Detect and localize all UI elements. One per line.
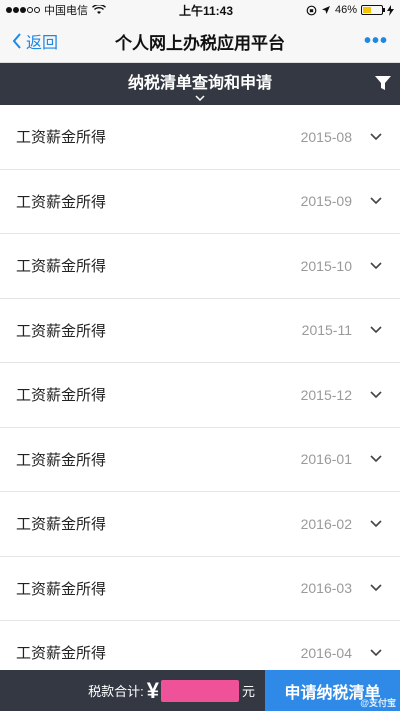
charging-bolt-icon [387,4,394,16]
filter-icon[interactable] [374,74,392,92]
watermark: @支付宝 [360,698,396,708]
chevron-down-icon [370,262,382,269]
location-arrow-icon [321,6,330,14]
section-title: 纳税清单查询和申请 [127,75,272,92]
nav-bar: 返回 个人网上办税应用平台 ••• [0,20,400,63]
apply-tax-list-button[interactable]: 申请纳税清单 @支付宝 [265,670,400,711]
battery-percent: 46% [334,4,357,16]
item-right: 2015-08 [301,129,382,145]
item-label: 工资薪金所得 [16,580,107,598]
wifi-icon [92,5,106,14]
item-date: 2016-03 [300,580,352,597]
item-label: 工资薪金所得 [16,387,107,405]
item-label: 工资薪金所得 [16,516,107,534]
item-date: 2016-02 [300,515,352,532]
chevron-down-icon [370,649,382,656]
item-date: 2015-12 [300,386,352,403]
currency-unit: 元 [241,684,255,699]
battery-icon [361,5,385,15]
list-item[interactable]: 工资薪金所得 2015-10 [0,234,400,299]
carrier-name: 中国电信 [44,5,88,17]
list-item[interactable]: 工资薪金所得 2016-01 [0,427,400,492]
status-left: 中国电信 [6,2,106,18]
more-options-icon[interactable]: ••• [364,30,388,53]
income-list: 工资薪金所得 2015-08 工资薪金所得 2015-09 工资薪金所得 2015-10 工… [0,105,400,686]
item-date: 2016-04 [300,644,352,661]
chevron-down-icon [370,584,382,592]
item-date: 2016-01 [300,451,352,468]
section-header[interactable]: 纳税清单查询和申请 [0,63,400,105]
status-right: 46% [306,4,394,16]
chevron-down-icon [370,326,382,334]
chevron-down-icon [370,520,382,527]
item-right: 2015-09 [301,193,382,209]
tax-total-area: 税款合计: ¥ 元 [0,670,265,711]
item-right: 2016-04 [301,645,382,661]
item-date: 2015-08 [300,128,352,145]
item-label: 工资薪金所得 [16,129,107,147]
signal-strength-icon [6,7,40,13]
item-right: 2015-11 [302,322,382,338]
bottom-bar: 税款合计: ¥ 元 申请纳税清单 @支付宝 [0,670,400,711]
item-label: 工资薪金所得 [16,645,107,663]
back-button[interactable]: 返回 [12,29,58,53]
chevron-down-icon [370,455,382,463]
list-item[interactable]: 工资薪金所得 2015-08 [0,105,400,170]
status-bar: 中国电信 上午11:43 46% [0,0,400,20]
item-label: 工资薪金所得 [16,451,107,469]
battery-level [363,7,372,13]
item-label: 工资薪金所得 [16,322,107,340]
chevron-down-icon [370,133,382,140]
chevron-down-icon [195,95,205,101]
list-item[interactable]: 工资薪金所得 2015-12 [0,363,400,428]
item-date: 2015-11 [301,322,352,339]
orientation-lock-icon [306,5,317,15]
item-right: 2016-01 [301,451,382,467]
total-label: 税款合计: [88,684,144,699]
item-label: 工资薪金所得 [16,258,107,276]
total-amount: ¥ [147,678,239,704]
list-item[interactable]: 工资薪金所得 2016-03 [0,556,400,621]
currency-symbol: ¥ [146,677,159,703]
status-time: 上午11:43 [178,3,233,18]
list-item[interactable]: 工资薪金所得 2015-11 [0,298,400,363]
item-date: 2015-10 [300,257,352,274]
item-date: 2015-09 [300,193,352,210]
item-right: 2015-12 [301,387,382,403]
chevron-down-icon [370,197,382,205]
item-right: 2015-10 [301,258,382,274]
list-item[interactable]: 工资薪金所得 2015-09 [0,169,400,234]
page-title: 个人网上办税应用平台 [115,33,285,53]
redacted-amount [160,679,239,702]
item-label: 工资薪金所得 [16,193,107,211]
chevron-down-icon [370,391,382,398]
chevron-left-icon [12,33,21,49]
item-right: 2016-03 [301,580,382,596]
item-right: 2016-02 [301,516,382,532]
list-item[interactable]: 工资薪金所得 2016-02 [0,492,400,557]
back-label: 返回 [26,35,59,52]
